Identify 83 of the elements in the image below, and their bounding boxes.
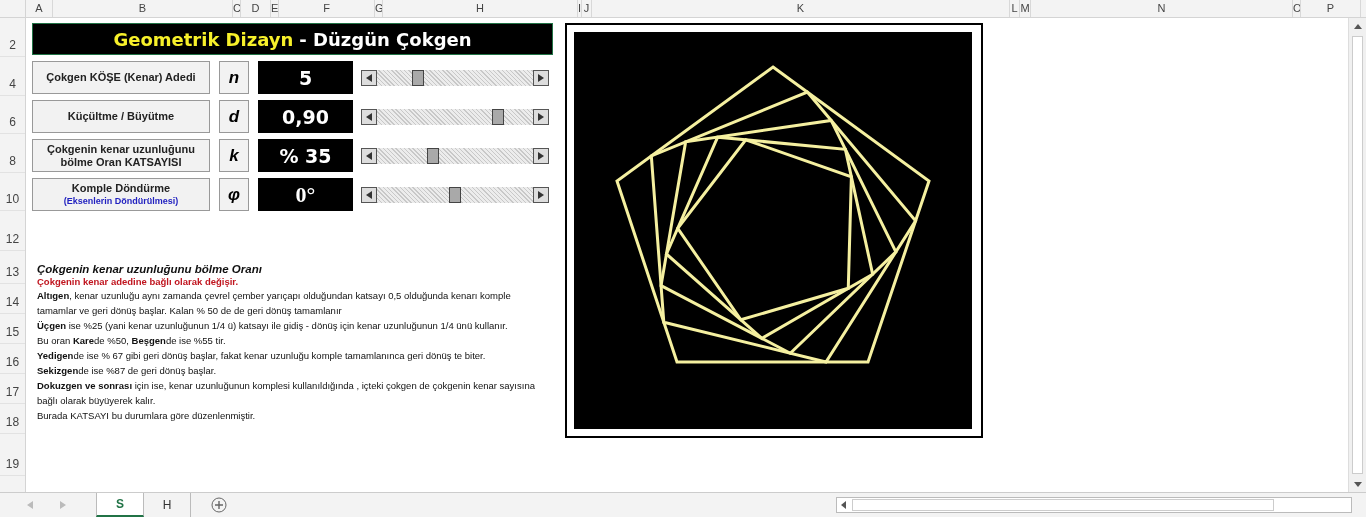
title-highlight: Geometrik Dizayn	[113, 28, 294, 50]
left-arrow-icon	[366, 151, 372, 160]
row-header[interactable]: 10	[5, 192, 20, 206]
notes-warning: Çokgenin kenar adedine bağlı olarak değişir.	[37, 276, 240, 288]
right-arrow-button[interactable]	[533, 69, 549, 86]
parameter-label: Çokgenin kenar uzunluğunu bölme Oran KATSAYISI	[46, 142, 196, 169]
notes-heading: Çokgenin kenar uzunluğunu bölme Oranı	[37, 263, 263, 276]
left-arrow-button[interactable]	[361, 69, 377, 86]
column-header[interactable]: B	[53, 0, 233, 17]
title-text: - Düzgün Çokgen	[299, 28, 472, 50]
left-arrow-button[interactable]	[361, 186, 377, 203]
parameter-value: 0°	[258, 178, 353, 211]
down-arrow-icon	[1353, 481, 1362, 487]
parameter-value: 0,90	[258, 100, 353, 133]
notes-paragraph: Bu oran Karede %50, Beşgende ise %55 tir.	[37, 334, 227, 348]
parameter-label: Küçültme / Büyütme	[67, 110, 175, 123]
slider-thumb[interactable]	[449, 186, 461, 203]
scroll-slider[interactable]	[361, 186, 549, 203]
column-header[interactable]: N	[1031, 0, 1293, 17]
parameter-symbol: n	[219, 61, 249, 94]
parameter-value: % 35	[258, 139, 353, 172]
row-header[interactable]: 6	[9, 115, 16, 129]
row-header[interactable]: 12	[5, 232, 20, 246]
column-header[interactable]: M	[1020, 0, 1031, 17]
left-arrow-button[interactable]	[361, 108, 377, 125]
row-header[interactable]: 8	[9, 154, 16, 168]
column-header[interactable]: J	[582, 0, 592, 17]
right-arrow-icon	[538, 73, 544, 82]
sheet-tab[interactable]: S	[96, 493, 144, 517]
slider-thumb[interactable]	[492, 108, 505, 125]
column-header[interactable]: H	[383, 0, 578, 17]
column-header[interactable]: E	[271, 0, 279, 17]
parameter-value: 5	[258, 61, 353, 94]
notes-paragraph: Yedigende ise % 67 gibi geri dönüş başlar, fakat kenar uzunluğu komple tamamlanınca geri dönüş te biter.	[37, 349, 487, 363]
row-header[interactable]: 15	[5, 325, 20, 339]
row-header[interactable]: 13	[5, 265, 20, 279]
notes-paragraph: Sekizgende ise %87 de geri dönüş başlar.	[37, 364, 218, 378]
left-arrow-button[interactable]	[361, 147, 377, 164]
horizontal-scrollbar[interactable]	[836, 497, 1352, 513]
column-header[interactable]: A	[26, 0, 53, 17]
right-arrow-button[interactable]	[533, 186, 549, 203]
parameter-symbol: φ	[219, 178, 249, 211]
row-header[interactable]: 18	[5, 415, 20, 429]
right-arrow-button[interactable]	[533, 147, 549, 164]
row-header[interactable]: 19	[5, 457, 20, 471]
scroll-slider[interactable]	[361, 147, 549, 164]
column-header[interactable]: G	[375, 0, 383, 17]
column-header[interactable]: P	[1301, 0, 1361, 17]
row-header[interactable]: 4	[9, 77, 16, 91]
row-header[interactable]: 2	[9, 38, 16, 52]
right-arrow-icon	[538, 151, 544, 160]
scroll-slider[interactable]	[361, 108, 549, 125]
up-arrow-icon	[1353, 23, 1362, 29]
parameter-label: Komple Döndürme	[71, 181, 171, 195]
row-header[interactable]: 14	[5, 295, 20, 309]
slider-thumb[interactable]	[427, 147, 440, 164]
add-sheet-icon[interactable]	[211, 497, 227, 513]
left-arrow-icon	[841, 501, 846, 509]
vertical-scrollbar[interactable]	[1348, 18, 1366, 492]
parameter-symbol: d	[219, 100, 249, 133]
column-header[interactable]: F	[279, 0, 375, 17]
parameter-label: Çokgen KÖŞE (Kenar) Adedi	[46, 71, 196, 84]
right-arrow-button[interactable]	[533, 108, 549, 125]
right-arrow-icon	[538, 190, 544, 199]
notes-paragraph: Burada KATSAYI bu durumlara göre düzenlenmiştir.	[37, 409, 257, 423]
sheet-tab[interactable]: H	[144, 493, 191, 517]
right-arrow-icon	[538, 112, 544, 121]
parameter-sublabel: (Eksenlerin Döndürülmesi)	[63, 194, 179, 208]
notes-paragraph: Dokuzgen ve sonrası için ise, kenar uzunluğunun komplesi kullanıldığında , içteki çokgen de çokgenin kenar sayısına bağlı olarak büyüyerek kalır.	[37, 379, 536, 408]
left-arrow-icon	[366, 190, 372, 199]
slider-thumb[interactable]	[411, 69, 424, 86]
column-header[interactable]: C	[233, 0, 241, 17]
row-header[interactable]: 17	[5, 385, 20, 399]
column-header[interactable]: K	[592, 0, 1010, 17]
column-header[interactable]: L	[1010, 0, 1020, 17]
column-header[interactable]: I	[578, 0, 582, 17]
parameter-symbol: k	[219, 139, 249, 172]
column-header[interactable]: D	[241, 0, 271, 17]
notes-paragraph: Üçgen ise %25 (yani kenar uzunluğunun 1/4 ü) katsayı ile gidiş - dönüş için kenar uzunluğunun 1/4 ünü kullanır.	[37, 319, 509, 333]
left-arrow-icon	[366, 73, 372, 82]
scroll-slider[interactable]	[361, 69, 549, 86]
left-arrow-icon	[366, 112, 372, 121]
row-header[interactable]: 16	[5, 355, 20, 369]
